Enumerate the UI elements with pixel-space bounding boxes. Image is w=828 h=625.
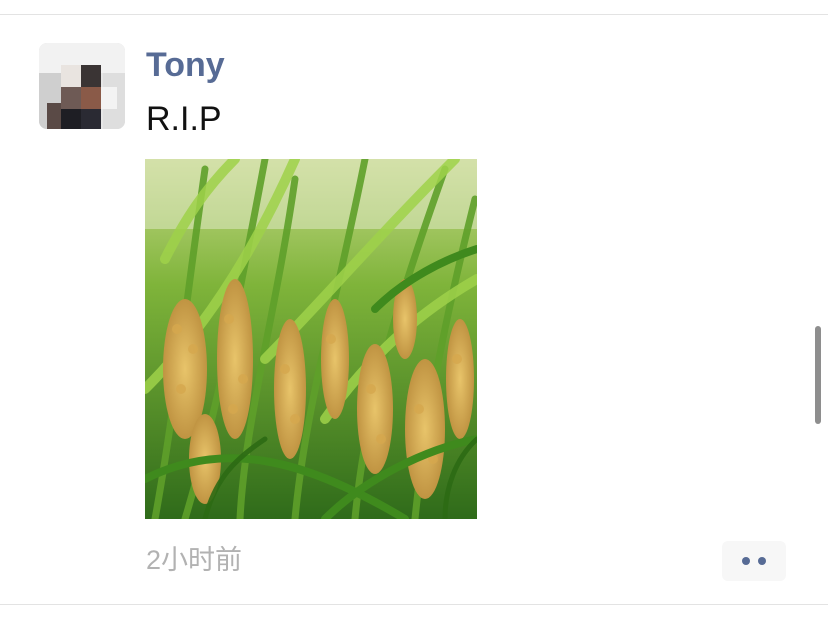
post-timestamp: 2小时前 (146, 545, 243, 575)
avatar[interactable] (39, 43, 125, 129)
more-dots-icon (742, 557, 766, 565)
author-name[interactable]: Tony (146, 45, 225, 85)
more-actions-button[interactable] (722, 541, 786, 581)
moments-post: Tony R.I.P 2小时前 (0, 15, 828, 604)
post-text: R.I.P (146, 100, 222, 138)
bottom-divider (0, 604, 828, 605)
post-photo[interactable] (145, 159, 477, 519)
scrollbar[interactable] (815, 326, 821, 424)
